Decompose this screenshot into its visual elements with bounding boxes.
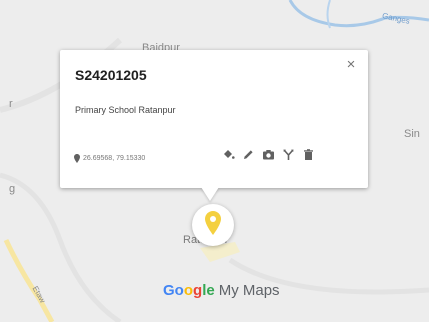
my-maps-wordmark: My Maps	[218, 282, 280, 299]
google-my-maps-logo: Google My Maps	[163, 282, 280, 299]
place-info-popup: × S24201205 Primary School Ratanpur 26.6…	[60, 50, 368, 188]
place-label-right: Sin	[404, 128, 420, 140]
directions-icon[interactable]	[282, 148, 295, 161]
popup-description: Primary School Ratanpur	[75, 105, 176, 115]
place-label-left-2: g	[9, 183, 16, 195]
location-pin-icon[interactable]	[205, 211, 221, 235]
popup-pointer	[201, 187, 219, 201]
popup-title: S24201205	[75, 67, 147, 83]
camera-icon[interactable]	[262, 148, 275, 161]
close-icon[interactable]: ×	[344, 57, 358, 72]
delete-icon[interactable]	[302, 148, 315, 161]
coordinates-text: 26.69568, 79.15330	[83, 155, 146, 162]
edit-pencil-icon[interactable]	[242, 148, 255, 161]
location-pin-small-icon	[74, 154, 80, 163]
place-label-left-1: r	[9, 98, 13, 110]
google-wordmark: Google	[163, 282, 215, 299]
coordinates-row: 26.69568, 79.15330	[74, 154, 145, 163]
paint-bucket-icon[interactable]	[222, 148, 235, 161]
popup-actions	[222, 148, 315, 161]
